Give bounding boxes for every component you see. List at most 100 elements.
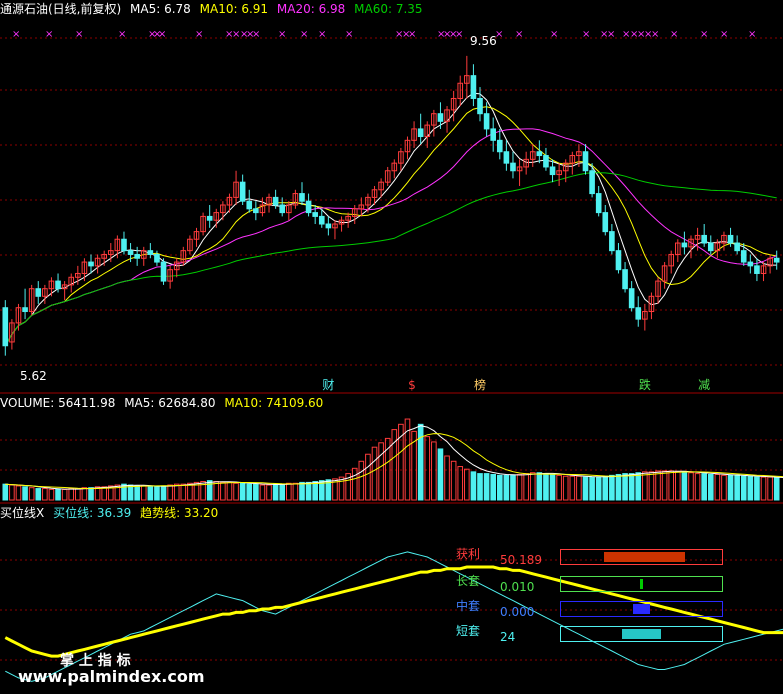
volume-bar [694,473,701,501]
low-price-label: 5.62 [20,369,47,383]
volume-bar [747,475,754,501]
candle [305,193,312,217]
candle [134,246,140,266]
x-marker: × [12,29,20,40]
volume-bar [496,474,503,501]
candle-body [483,113,490,130]
candle [239,174,246,205]
candle [582,144,589,175]
candle [193,227,200,247]
candle [187,235,193,255]
volume-bar [701,473,707,501]
candle [140,246,147,266]
volume-bar [773,477,780,501]
x-marker: × [278,29,286,40]
candle-body [747,261,754,267]
x-marker: × [748,29,756,40]
volume-bar [661,470,668,501]
volume-bar [253,483,259,501]
candle-body [602,212,609,233]
candle [246,189,253,213]
volume-bar [609,474,615,501]
volume-bar [140,485,147,501]
volume-bar [450,460,457,501]
volume-bar [490,473,497,501]
volume-bar [9,484,15,501]
volume-bar [417,423,424,501]
candle-body [701,234,707,244]
volume-bar [635,472,642,501]
candle [253,201,259,221]
x-marker: × [45,29,53,40]
candle-body [2,307,9,347]
candle-body [754,265,760,274]
candle-body [681,242,688,248]
candlestick-series [2,55,780,356]
indicator-row-label: 长套 [456,574,481,588]
indicator-row-bar [560,576,723,592]
candle [2,300,9,356]
candle [688,235,694,259]
indicator-row-value: 0.010 [500,580,535,594]
candle [681,231,688,255]
volume-bar [246,483,253,501]
volume-bar [470,471,477,501]
volume-bar [351,467,358,501]
volume-bar [42,488,48,501]
candle [734,235,740,255]
volume-bar [226,481,233,501]
candle-body [628,288,635,309]
volume-bar [378,442,384,501]
candle-body [88,261,94,267]
x-marker: × [318,29,326,40]
candle-body [121,238,127,252]
volume-bar [503,474,510,501]
volume-bar [180,483,187,501]
indicator-row-bar-fill [622,629,661,639]
indicator-header: 买位线X 买位线: 36.39 趋势线: 33.20 [0,506,223,520]
candle [345,212,351,228]
volume-bar [582,476,589,501]
indicator-row-value: 24 [500,630,516,644]
volume-bar [740,475,747,501]
volume-bar [266,484,272,501]
candle [773,250,780,270]
candle [160,258,167,285]
candle-body [272,196,279,206]
indicator-row-value: 0.000 [500,605,535,619]
candle [556,163,562,186]
candle-body [246,200,253,210]
x-marker: × [118,29,126,40]
candle-body [147,250,154,255]
volume-bar [681,471,688,501]
x-marker: × [455,29,463,40]
volume-ma10-line [5,433,783,490]
candle [503,140,510,171]
indicator-row-bar [560,626,723,642]
candle [668,250,675,274]
volume-bar [714,473,721,501]
candle [635,296,642,327]
candle-body [496,139,503,153]
candle [206,205,213,228]
candle [595,185,602,217]
candle [543,147,549,171]
candle-body [160,261,167,282]
volume-bar [589,476,595,501]
volume-bar [2,483,9,501]
volume-header: VOLUME: 56411.98 MA5: 62684.80 MA10: 741… [0,396,328,410]
candle-body [35,288,42,297]
candle [674,239,681,263]
volume-bar [431,441,437,501]
volume-bar [28,487,35,501]
price-header: 通源石油(日线,前复权) MA5: 6.78 MA10: 6.91 MA20: … [0,2,428,16]
x-marker: × [158,29,166,40]
indicator-row-bar [560,601,723,617]
x-marker: × [670,29,678,40]
candle-body [312,212,318,217]
candle [655,277,661,304]
volume-bar [721,474,727,501]
volume-bar [61,488,68,501]
candle [721,231,727,251]
volume-bar [529,472,536,501]
